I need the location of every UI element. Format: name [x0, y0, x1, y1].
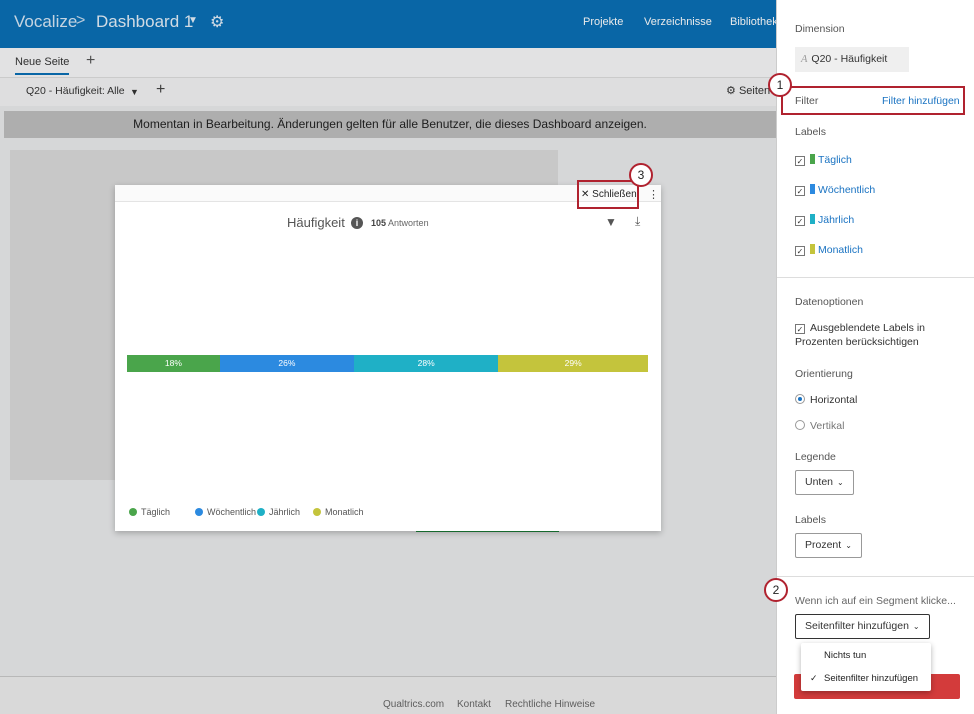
callout-number-3: 3: [629, 163, 653, 187]
dropdown-option-label: Seitenfilter hinzufügen: [824, 673, 919, 684]
orientation-vertical-radio[interactable]: Vertikal: [795, 419, 844, 433]
legend-label: Wöchentlich: [207, 507, 257, 517]
orientation-vertical-label: Vertikal: [810, 420, 845, 432]
radio-selected-icon[interactable]: [795, 394, 805, 404]
text-type-icon: A: [801, 54, 808, 65]
label-item-text: Täglich: [818, 154, 852, 166]
orientation-horizontal-label: Horizontal: [810, 394, 858, 406]
labels-format-value: Prozent: [805, 539, 842, 551]
legend-item-0[interactable]: Täglich: [129, 507, 170, 517]
label-checkbox-monatlich[interactable]: ✓ Monatlich: [795, 244, 863, 256]
legend-label: Jährlich: [269, 507, 301, 517]
labels-format-heading: Labels: [795, 514, 826, 526]
radio-unselected-icon[interactable]: [795, 420, 805, 430]
chevron-down-icon: ⌄: [912, 622, 920, 631]
stacked-bar: 18% 26% 28% 29%: [127, 355, 648, 372]
color-swatch: [810, 214, 815, 224]
chevron-down-icon: ⌄: [837, 478, 844, 487]
legend-dot: [195, 508, 203, 516]
segment-action-value: Seitenfilter hinzufügen: [805, 620, 909, 632]
segment-action-dropdown: Nichts tun ✓ Seitenfilter hinzufügen: [801, 643, 931, 691]
response-count-number: 105: [371, 218, 387, 228]
check-icon: ✓: [810, 673, 818, 683]
legend-item-1[interactable]: Wöchentlich: [195, 507, 256, 517]
widget-modal: ✕ Schließen ⋮ Häufigkeit i 105 Antworten…: [115, 185, 661, 531]
bar-segment-label: 28%: [417, 358, 435, 368]
chevron-down-icon: ⌄: [845, 541, 852, 550]
checkbox-checked-icon[interactable]: ✓: [795, 156, 805, 166]
segment-click-label: Wenn ich auf ein Segment klicke...: [795, 595, 956, 607]
color-swatch: [810, 184, 815, 194]
bar-segment-0[interactable]: 18%: [127, 355, 220, 372]
checkbox-checked-icon[interactable]: ✓: [795, 186, 805, 196]
legend-label: Täglich: [141, 507, 171, 517]
dimension-field[interactable]: A Q20 - Häufigkeit: [795, 47, 909, 72]
legend-label: Monatlich: [325, 507, 364, 517]
dropdown-option-label: Nichts tun: [824, 650, 867, 661]
bar-segment-3[interactable]: 29%: [498, 355, 648, 372]
hidden-labels-checkbox[interactable]: ✓ Ausgeblendete Labels in Prozenten berück…: [795, 321, 925, 349]
panel-divider: [777, 277, 974, 278]
label-checkbox-jaehrlich[interactable]: ✓ Jährlich: [795, 214, 854, 226]
download-icon[interactable]: ⤓: [635, 214, 640, 229]
orientation-horizontal-radio[interactable]: Horizontal: [795, 393, 857, 407]
more-options-icon[interactable]: ⋮: [648, 188, 659, 201]
callout-box-filter: [781, 86, 965, 115]
legend-dot: [313, 508, 321, 516]
color-swatch: [810, 154, 815, 164]
dropdown-option-seitenfilter[interactable]: ✓ Seitenfilter hinzufügen: [801, 673, 931, 684]
data-options-heading: Datenoptionen: [795, 296, 864, 308]
bar-segment-label: 26%: [278, 358, 296, 368]
dropdown-option-nichts-tun[interactable]: Nichts tun: [801, 650, 931, 661]
callout-number-2: 2: [764, 578, 788, 602]
bar-segment-2[interactable]: 28%: [353, 355, 499, 372]
checkbox-checked-icon[interactable]: ✓: [795, 216, 805, 226]
labels-heading: Labels: [795, 126, 826, 138]
response-count-label: Antworten: [388, 218, 429, 228]
segment-action-select[interactable]: Seitenfilter hinzufügen ⌄: [795, 614, 930, 639]
checkbox-checked-icon[interactable]: ✓: [795, 324, 805, 334]
legend-heading: Legende: [795, 451, 836, 463]
bar-segment-label: 18%: [164, 358, 182, 368]
legend-item-3[interactable]: Monatlich: [313, 507, 364, 517]
legend-dot: [129, 508, 137, 516]
dimension-label: Dimension: [795, 23, 845, 35]
legend-item-2[interactable]: Jährlich: [257, 507, 300, 517]
info-icon[interactable]: i: [351, 217, 363, 229]
hidden-labels-text-2: Prozenten berücksichtigen: [795, 336, 919, 348]
label-item-text: Monatlich: [818, 244, 863, 256]
panel-divider: [777, 576, 974, 577]
callout-box-close: [577, 180, 639, 209]
filter-funnel-icon[interactable]: ▼: [605, 215, 617, 229]
bar-segment-label: 29%: [564, 358, 582, 368]
widget-title: Häufigkeit: [287, 215, 345, 230]
response-count: 105 Antworten: [371, 218, 429, 228]
legend-select[interactable]: Unten ⌄: [795, 470, 854, 495]
checkbox-checked-icon[interactable]: ✓: [795, 246, 805, 256]
dimension-value: Q20 - Häufigkeit: [811, 53, 888, 65]
color-swatch: [810, 244, 815, 254]
orientation-heading: Orientierung: [795, 368, 853, 380]
label-item-text: Wöchentlich: [818, 184, 876, 196]
label-item-text: Jährlich: [818, 214, 855, 226]
label-checkbox-woechentlich[interactable]: ✓ Wöchentlich: [795, 184, 875, 196]
label-checkbox-taeglich[interactable]: ✓ Täglich: [795, 154, 852, 166]
legend-dot: [257, 508, 265, 516]
labels-format-select[interactable]: Prozent ⌄: [795, 533, 862, 558]
callout-number-1: 1: [768, 73, 792, 97]
legend-select-value: Unten: [805, 476, 834, 488]
bar-segment-1[interactable]: 26%: [219, 355, 354, 372]
hidden-labels-text-1: Ausgeblendete Labels in: [810, 322, 926, 334]
